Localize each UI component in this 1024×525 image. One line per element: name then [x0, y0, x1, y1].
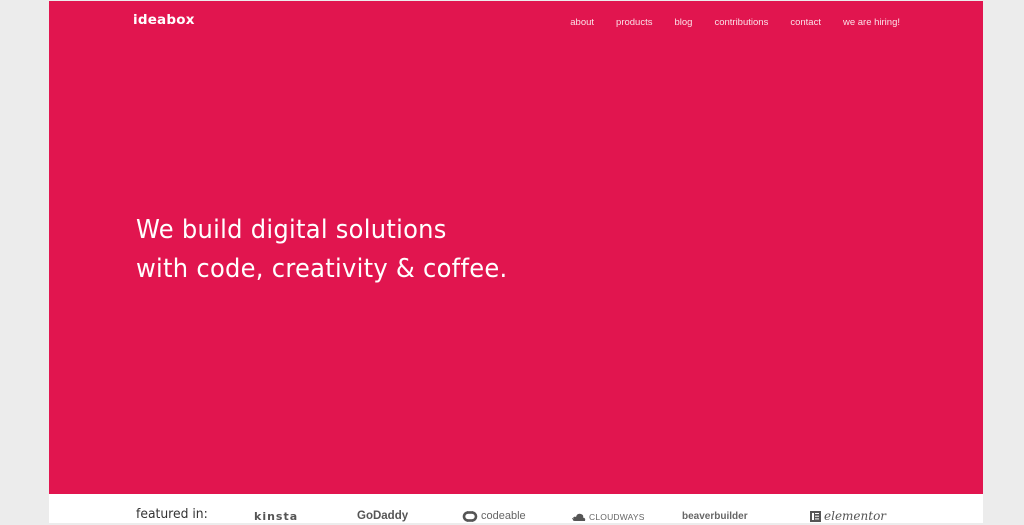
nav-hiring[interactable]: we are hiring! — [843, 17, 900, 28]
codeable-logo-icon — [462, 510, 478, 522]
brand-elementor-text: elementor — [824, 509, 887, 523]
hero-section: ideabox about products blog contribution… — [49, 0, 983, 494]
brand-godaddy-text: GoDaddy — [357, 510, 409, 522]
page-container: ideabox about products blog contribution… — [49, 0, 983, 523]
nav-about[interactable]: about — [570, 17, 594, 28]
hero-headline-line-2: with code, creativity & coffee. — [136, 254, 508, 284]
hero-headline: We build digital solutions with code, cr… — [136, 211, 508, 289]
brand-beaverbuilder[interactable]: beaverbuilder — [682, 511, 748, 522]
cloud-icon — [572, 513, 586, 521]
nav-contributions[interactable]: contributions — [714, 17, 768, 28]
brand-elementor[interactable]: elementor — [810, 509, 886, 523]
brand-kinsta[interactable]: kinsta — [254, 510, 298, 523]
featured-in-label: featured in: — [136, 507, 208, 522]
brand-codeable-text: codeable — [481, 510, 526, 522]
nav-blog[interactable]: blog — [674, 17, 692, 28]
brand-godaddy[interactable]: GoDaddy — [357, 510, 408, 522]
nav-products[interactable]: products — [616, 17, 652, 28]
brand-cloudways-text: CLOUDWAYS — [589, 512, 645, 522]
featured-in-band: featured in: kinsta GoDaddy codeable CLO… — [49, 494, 983, 523]
nav-contact[interactable]: contact — [790, 17, 821, 28]
main-nav: about products blog contributions contac… — [548, 17, 900, 28]
brand-beaverbuilder-text: beaverbuilder — [682, 511, 748, 522]
site-logo[interactable]: ideabox — [133, 12, 195, 28]
elementor-logo-icon — [810, 510, 821, 522]
brand-kinsta-text: kinsta — [254, 510, 299, 523]
brand-cloudways[interactable]: CLOUDWAYS — [572, 512, 645, 522]
hero-headline-line-1: We build digital solutions — [136, 215, 447, 245]
brand-codeable[interactable]: codeable — [462, 510, 526, 522]
